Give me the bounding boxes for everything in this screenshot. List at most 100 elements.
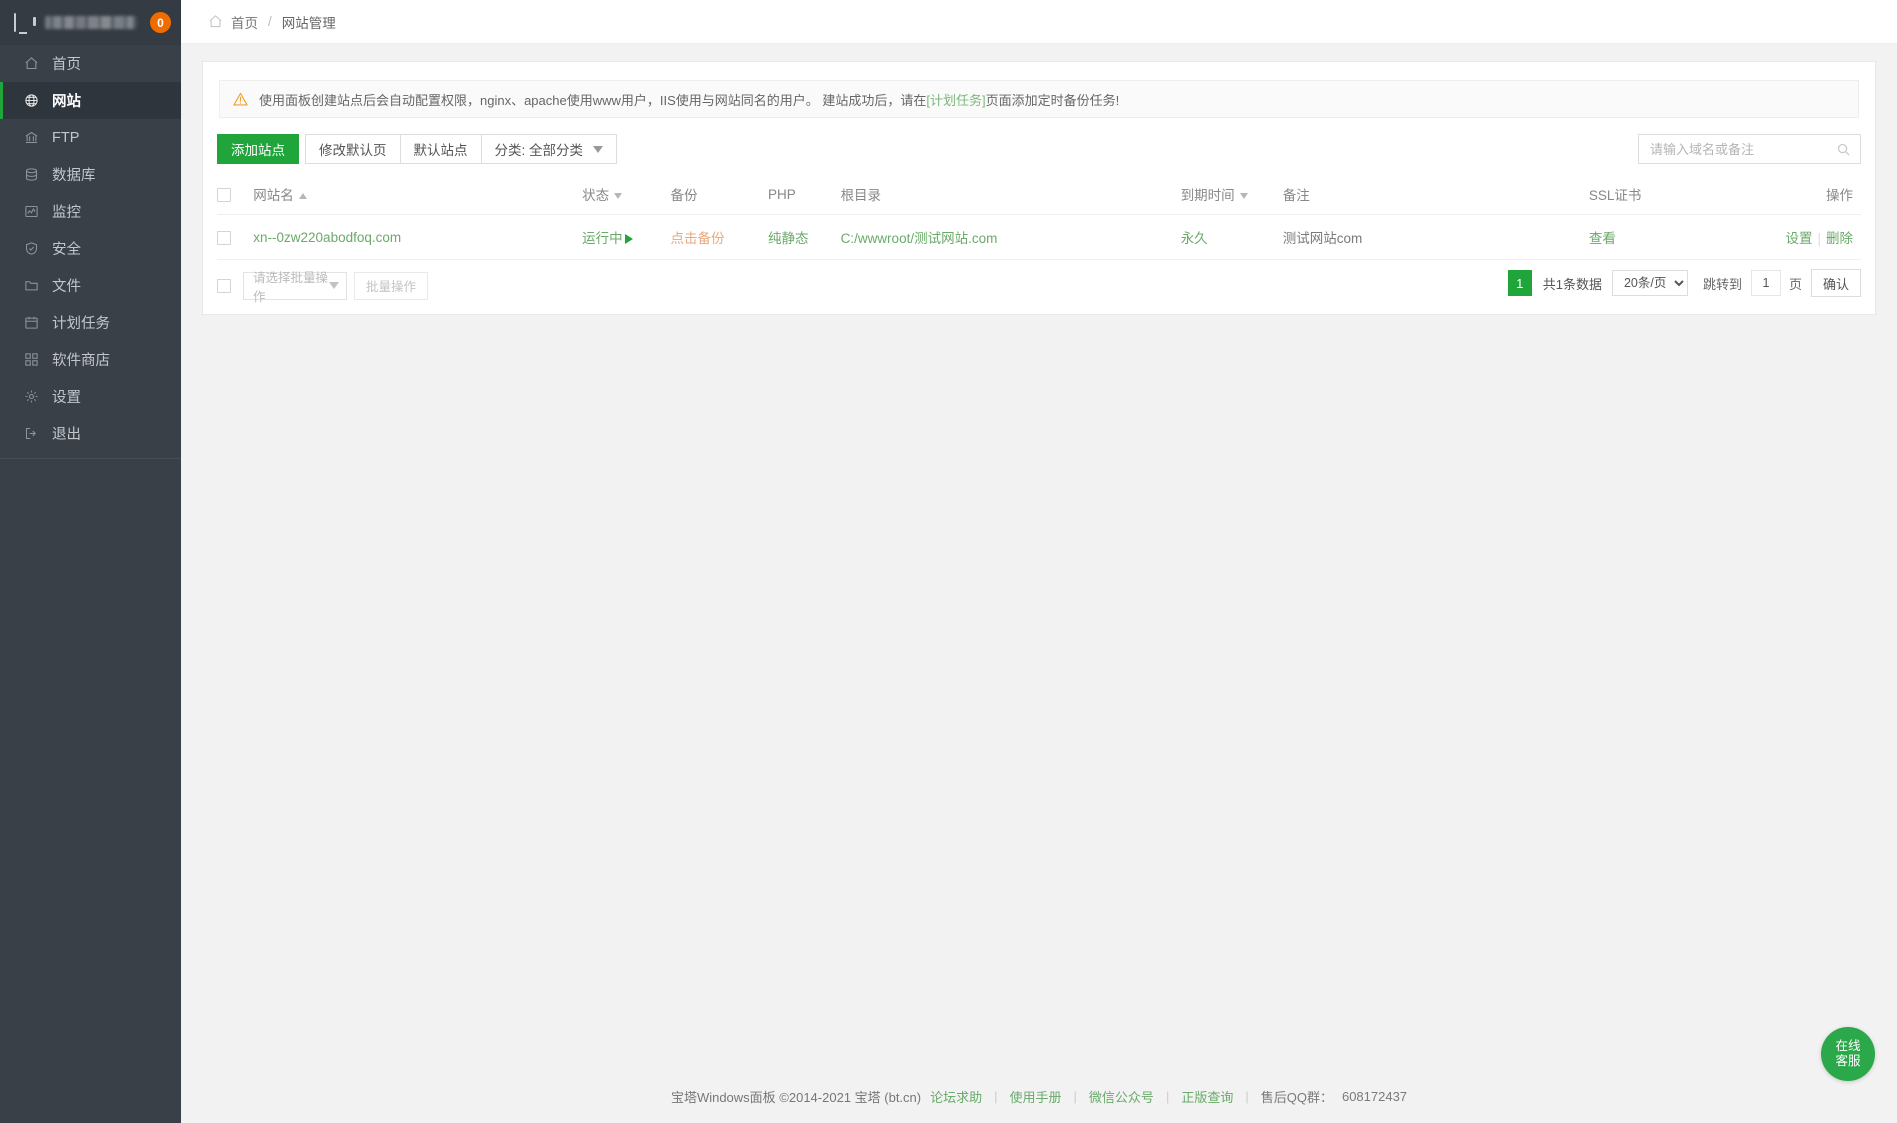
jump-to-label: 跳转到 bbox=[1702, 276, 1742, 292]
sort-asc-icon[interactable] bbox=[298, 193, 307, 199]
sidebar-item-label: 软件商店 bbox=[52, 353, 110, 369]
globe-icon bbox=[23, 93, 39, 109]
notice-text-after: 页面添加定时备份任务! bbox=[985, 92, 1120, 108]
ftp-icon bbox=[23, 130, 39, 146]
confirm-jump-button[interactable]: 确认 bbox=[1810, 269, 1861, 297]
play-triangle-icon[interactable] bbox=[624, 234, 633, 244]
sidebar-item-settings[interactable]: 设置 bbox=[0, 378, 181, 415]
sidebar-item-website[interactable]: 网站 bbox=[0, 82, 181, 119]
cell-actions: 设置 | 删除 bbox=[1758, 214, 1861, 260]
cell-php[interactable]: 纯静态 bbox=[768, 214, 841, 260]
notice-link-cron[interactable]: [计划任务] bbox=[926, 93, 985, 108]
sidebar-header: 0 bbox=[0, 0, 181, 45]
sidebar-item-label: 安全 bbox=[52, 242, 81, 258]
search-box[interactable] bbox=[1638, 134, 1861, 164]
sort-desc-icon[interactable] bbox=[614, 193, 623, 199]
column-header-root: 根目录 bbox=[840, 175, 1181, 215]
footer-separator: | bbox=[1165, 1088, 1170, 1104]
online-support-line2: 客服 bbox=[1835, 1054, 1861, 1068]
status-label[interactable]: 运行中 bbox=[582, 231, 623, 246]
footer-link-manual[interactable]: 使用手册 bbox=[1010, 1087, 1062, 1106]
database-icon bbox=[23, 167, 39, 183]
default-site-button[interactable]: 默认站点 bbox=[399, 134, 482, 164]
row-select-cell bbox=[217, 214, 254, 260]
sort-desc-icon[interactable] bbox=[1239, 193, 1248, 199]
edit-default-page-button[interactable]: 修改默认页 bbox=[305, 134, 401, 164]
apply-batch-button[interactable]: 批量操作 bbox=[354, 271, 429, 300]
column-header-expire: 到期时间 bbox=[1180, 175, 1283, 215]
calendar-icon bbox=[23, 315, 39, 331]
search-input[interactable] bbox=[1650, 141, 1836, 157]
pagination: 1 共1条数据 20条/页 跳转到 页 确认 bbox=[1507, 269, 1861, 297]
sidebar-item-files[interactable]: 文件 bbox=[0, 267, 181, 304]
notice-bar: 使用面板创建站点后会自动配置权限，nginx、apache使用www用户，IIS… bbox=[219, 80, 1859, 118]
search-icon[interactable] bbox=[1836, 142, 1851, 157]
sidebar-item-app-store[interactable]: 软件商店 bbox=[0, 341, 181, 378]
cell-expire[interactable]: 永久 bbox=[1180, 214, 1283, 260]
add-site-button[interactable]: 添加站点 bbox=[217, 134, 299, 164]
caret-down-icon bbox=[593, 145, 604, 153]
sidebar-item-cron[interactable]: 计划任务 bbox=[0, 304, 181, 341]
breadcrumb-separator: / bbox=[268, 14, 272, 29]
footer-separator: | bbox=[1073, 1088, 1077, 1104]
cell-root-dir[interactable]: C:/wwwroot/测试网站.com bbox=[840, 214, 1181, 260]
cell-note[interactable]: 测试网站com bbox=[1282, 214, 1589, 260]
jump-page-input[interactable] bbox=[1750, 270, 1781, 296]
sidebar-item-home[interactable]: 首页 bbox=[0, 45, 181, 82]
batch-select-all-checkbox[interactable] bbox=[217, 278, 231, 293]
cell-ssl: 查看 bbox=[1588, 214, 1759, 260]
cell-site-name[interactable]: xn--0zw220abodfoq.com bbox=[253, 214, 583, 260]
monitor-icon bbox=[23, 204, 39, 220]
breadcrumb: 首页 / 网站管理 bbox=[181, 0, 1897, 44]
shield-icon bbox=[23, 241, 39, 257]
sidebar-item-database[interactable]: 数据库 bbox=[0, 156, 181, 193]
footer-link-wechat[interactable]: 微信公众号 bbox=[1089, 1087, 1154, 1106]
sidebar-item-logout[interactable]: 退出 bbox=[0, 415, 181, 452]
select-all-checkbox[interactable] bbox=[217, 187, 231, 202]
column-header-name: 网站名 bbox=[253, 175, 583, 215]
page-size-select[interactable]: 20条/页 bbox=[1611, 270, 1688, 296]
home-icon bbox=[208, 14, 223, 29]
table-body: xn--0zw220abodfoq.com 运行中 点击备份 纯静态 C:/ww… bbox=[217, 214, 1861, 260]
column-header-note: 备注 bbox=[1282, 175, 1589, 215]
delete-link[interactable]: 删除 bbox=[1826, 231, 1853, 246]
table-row: xn--0zw220abodfoq.com 运行中 点击备份 纯静态 C:/ww… bbox=[217, 214, 1861, 260]
settings-link[interactable]: 设置 bbox=[1785, 231, 1812, 246]
sidebar-item-monitor[interactable]: 监控 bbox=[0, 193, 181, 230]
footer-link-license[interactable]: 正版查询 bbox=[1181, 1087, 1233, 1106]
batch-operation-select[interactable]: 请选择批量操作 bbox=[243, 271, 347, 304]
footer-qq-value: 608172437 bbox=[1341, 1088, 1408, 1104]
sidebar-item-label: 设置 bbox=[52, 390, 81, 406]
sidebar-item-label: 文件 bbox=[52, 279, 81, 295]
sidebar-item-label: 网站 bbox=[52, 94, 81, 110]
warning-triangle-icon bbox=[233, 92, 248, 106]
page-unit-label: 页 bbox=[1788, 276, 1802, 292]
footer-link-forum[interactable]: 论坛求助 bbox=[930, 1087, 982, 1106]
row-checkbox[interactable] bbox=[217, 230, 231, 245]
sidebar-divider bbox=[0, 458, 181, 459]
footer-qq-label: 售后QQ群： bbox=[1260, 1089, 1333, 1105]
caret-down-icon bbox=[329, 282, 339, 289]
table-head: 网站名 状态 备份 PHP 根目录 到期时间 备注 SSL证书 操作 bbox=[217, 175, 1861, 215]
column-header-ssl: SSL证书 bbox=[1588, 175, 1759, 215]
online-support-button[interactable]: 在线 客服 bbox=[1821, 1027, 1875, 1081]
sidebar-item-label: 监控 bbox=[52, 205, 81, 221]
footer-separator: | bbox=[994, 1088, 998, 1104]
ssl-view-link[interactable]: 查看 bbox=[1589, 231, 1616, 246]
column-header-backup: 备份 bbox=[670, 175, 768, 215]
breadcrumb-current: 网站管理 bbox=[281, 15, 336, 31]
select-all-header bbox=[217, 175, 254, 215]
category-filter-label: 分类: 全部分类 bbox=[494, 143, 584, 158]
column-label-name: 网站名 bbox=[253, 188, 294, 203]
action-separator: | bbox=[1817, 231, 1821, 246]
page-number-1[interactable]: 1 bbox=[1507, 270, 1532, 296]
main-area: 首页 / 网站管理 使用面板创建站点后会自动配置权限，nginx、apache使… bbox=[181, 0, 1897, 1123]
notification-badge[interactable]: 0 bbox=[150, 12, 171, 33]
backup-link[interactable]: 点击备份 bbox=[671, 231, 725, 246]
sidebar-nav: 首页 网站 FTP 数据库 监控 安全 文件 计划任务 软件商店 设置 退出 bbox=[0, 45, 181, 459]
breadcrumb-home[interactable]: 首页 bbox=[231, 12, 258, 32]
sidebar-item-ftp[interactable]: FTP bbox=[0, 119, 181, 156]
category-filter-dropdown[interactable]: 分类: 全部分类 bbox=[480, 134, 618, 164]
home-icon bbox=[23, 56, 39, 72]
sidebar-item-security[interactable]: 安全 bbox=[0, 230, 181, 267]
